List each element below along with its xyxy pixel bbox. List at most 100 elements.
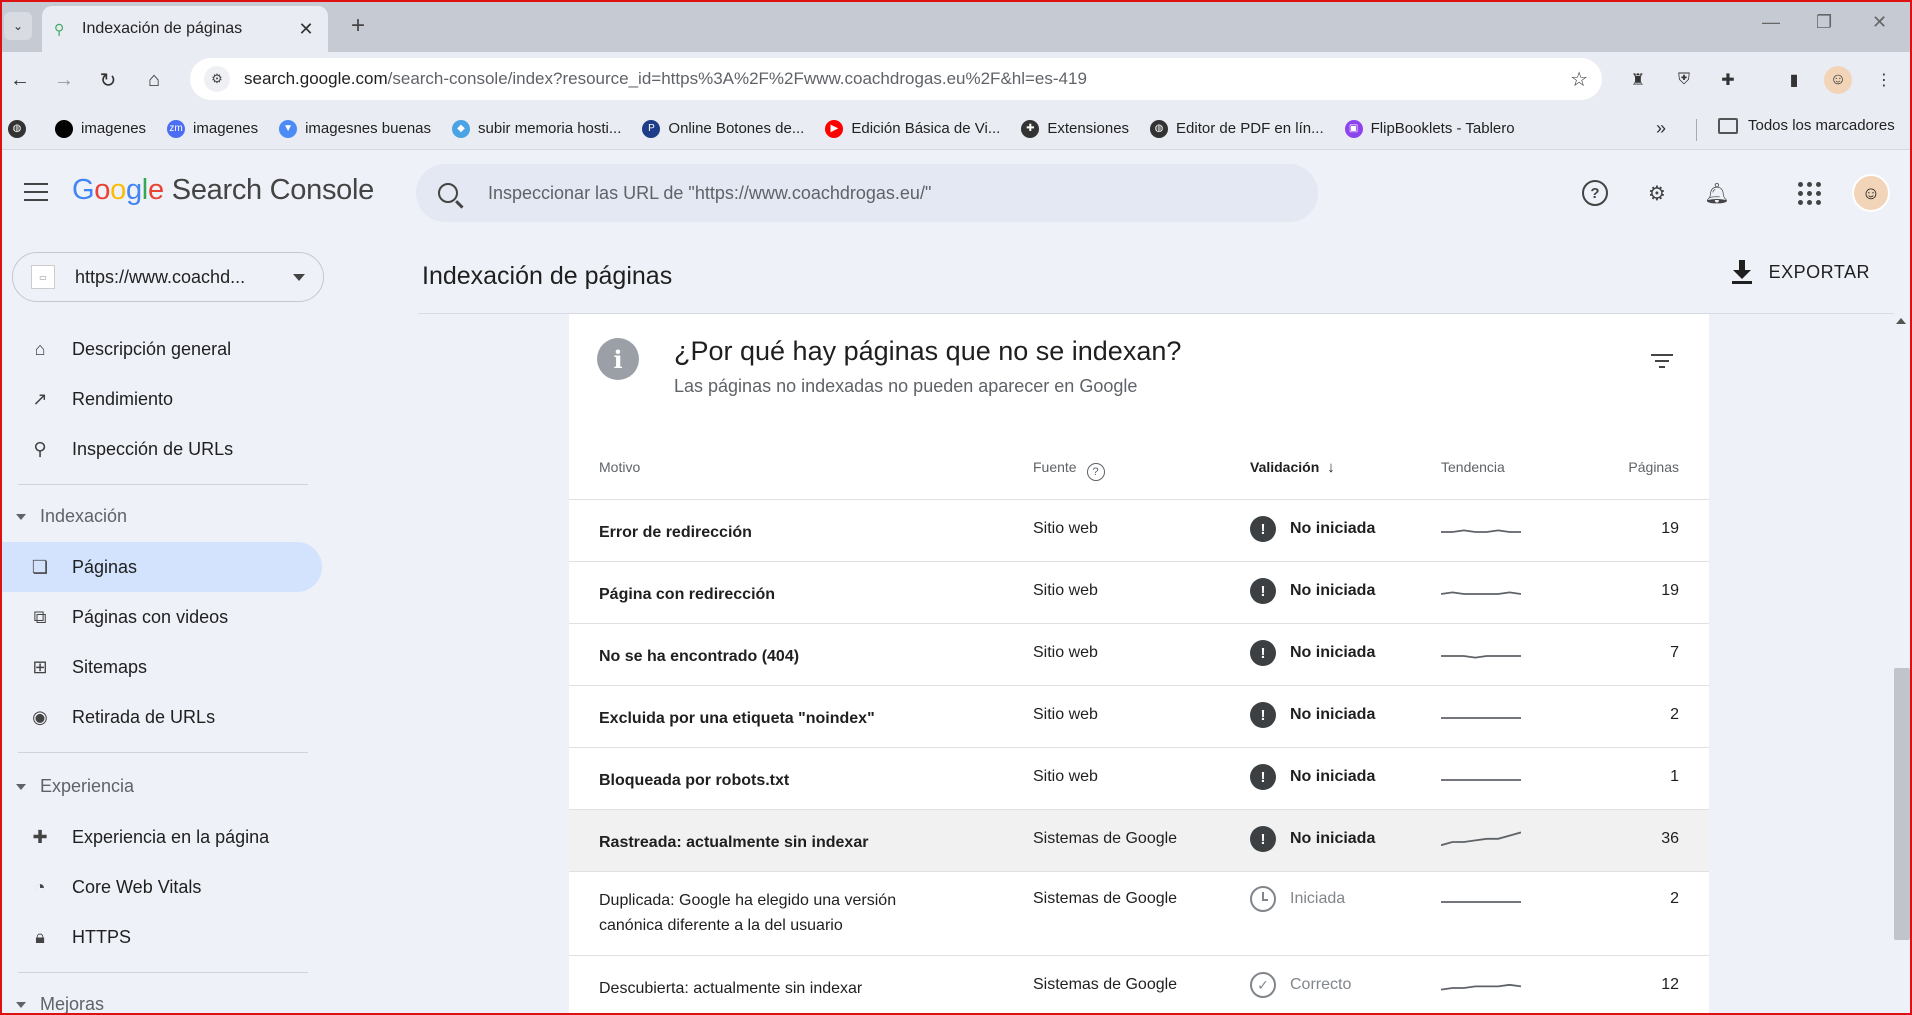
notifications-bell-icon[interactable]: 🔔︎ bbox=[1702, 178, 1732, 208]
section-indexacion[interactable]: Indexación bbox=[16, 506, 127, 527]
bookmark-item[interactable]: P Online Botones de... bbox=[642, 119, 804, 138]
browser-toolbar: ← → ↻ ⌂ ⚙ search.google.com/search-conso… bbox=[0, 52, 1912, 108]
extensions-puzzle-icon[interactable]: ✚ bbox=[1714, 66, 1742, 94]
trend-sparkline bbox=[1441, 779, 1521, 781]
row-motivo: No se ha encontrado (404) bbox=[599, 648, 800, 665]
section-experiencia[interactable]: Experiencia bbox=[16, 776, 134, 797]
warning-icon: ! bbox=[1250, 764, 1276, 790]
bookmark-icon: zm bbox=[167, 119, 186, 138]
close-tab-icon[interactable]: ✕ bbox=[296, 19, 316, 40]
nav-retirada-urls[interactable]: ◉ Retirada de URLs bbox=[0, 692, 322, 742]
all-bookmarks-label: Todos los marcadores bbox=[1748, 117, 1895, 134]
extension-icon[interactable]: ♜ bbox=[1624, 66, 1652, 94]
table-row[interactable]: Excluida por una etiqueta "noindex" Sitio… bbox=[569, 686, 1709, 748]
bookmark-item[interactable]: ▣ FlipBooklets - Tablero bbox=[1344, 119, 1515, 138]
restore-icon[interactable]: ❐ bbox=[1816, 12, 1832, 33]
section-label: Mejoras bbox=[40, 994, 105, 1014]
col-tendencia[interactable]: Tendencia bbox=[1441, 459, 1505, 475]
row-motivo: Descubierta: actualmente sin indexar bbox=[599, 980, 863, 997]
bookmark-globe[interactable]: ◍ bbox=[8, 119, 34, 138]
browser-menu-icon[interactable]: ⋮ bbox=[1870, 66, 1898, 94]
main-menu-icon[interactable] bbox=[24, 183, 48, 201]
account-avatar[interactable]: ☺ bbox=[1852, 174, 1890, 212]
bookmark-item[interactable]: ◆ subir memoria hosti... bbox=[452, 119, 621, 138]
property-selector[interactable]: ▭ https://www.coachd... bbox=[12, 252, 324, 302]
table-row[interactable]: Descubierta: actualmente sin indexar Sist… bbox=[569, 956, 1709, 1015]
row-motivo: Error de redirección bbox=[599, 524, 752, 541]
users-settings-icon[interactable]: ⚙ bbox=[1642, 178, 1672, 208]
minimize-icon[interactable]: — bbox=[1762, 12, 1780, 33]
table-row[interactable]: Duplicada: Google ha elegido una versión… bbox=[569, 872, 1709, 956]
nav-paginas-con-videos[interactable]: ⧉ Páginas con videos bbox=[0, 592, 322, 642]
col-fuente[interactable]: Fuente? bbox=[1033, 459, 1105, 481]
help-icon[interactable]: ? bbox=[1582, 180, 1608, 206]
new-tab-button[interactable]: + bbox=[344, 12, 372, 40]
table-row[interactable]: Página con redirección Sitio web! No inici… bbox=[569, 562, 1709, 624]
bookmark-item[interactable]: ▼ imagesnes buenas bbox=[279, 119, 431, 138]
col-motivo[interactable]: Motivo bbox=[599, 459, 640, 475]
nav-descripcion-general[interactable]: ⌂ Descripción general bbox=[0, 324, 322, 374]
side-panel-icon[interactable]: ▮ bbox=[1780, 66, 1808, 94]
bookmark-item[interactable]: ✚ Extensiones bbox=[1021, 119, 1129, 138]
row-motivo: Bloqueada por robots.txt bbox=[599, 772, 790, 789]
reload-icon[interactable]: ↻ bbox=[92, 64, 124, 96]
export-button[interactable]: EXPORTAR bbox=[1731, 260, 1870, 284]
nav-sitemaps[interactable]: ⊞ Sitemaps bbox=[0, 642, 322, 692]
bookmark-icon: P bbox=[642, 119, 661, 138]
help-icon[interactable]: ? bbox=[1086, 463, 1105, 481]
nav-experiencia-pagina[interactable]: ✚ Experiencia en la página bbox=[0, 812, 322, 862]
google-apps-icon[interactable] bbox=[1798, 182, 1821, 205]
back-icon[interactable]: ← bbox=[4, 64, 36, 96]
bookmark-icon: ▼ bbox=[279, 119, 298, 138]
download-icon bbox=[1731, 260, 1753, 284]
bookmark-star-icon[interactable]: ☆ bbox=[1570, 67, 1588, 92]
bookmarks-bar: ◍ imagenes zm imagenes ▼ imagesnes buenas … bbox=[0, 108, 1912, 150]
filter-icon[interactable] bbox=[1651, 354, 1673, 370]
export-label: EXPORTAR bbox=[1768, 261, 1870, 282]
forward-icon[interactable]: → bbox=[48, 64, 80, 96]
table-row[interactable]: Rastreada: actualmente sin indexar Sistem… bbox=[569, 810, 1709, 872]
shield-extension-icon[interactable]: ⛨ bbox=[1670, 66, 1698, 94]
section-label: Indexación bbox=[40, 506, 128, 526]
search-icon: ⚲ bbox=[33, 438, 47, 459]
url-inspection-search[interactable] bbox=[416, 164, 1318, 222]
table-row[interactable]: No se ha encontrado (404) Sitio web! No in… bbox=[569, 624, 1709, 686]
property-name: https://www.coachd... bbox=[75, 266, 246, 287]
nav-paginas[interactable]: ❏ Páginas bbox=[0, 542, 322, 592]
row-fuente: Sitio web bbox=[1033, 520, 1098, 537]
nav-core-web-vitals[interactable]: ◔ Core Web Vitals bbox=[0, 862, 322, 912]
gauge-icon: ◔ bbox=[34, 876, 46, 897]
more-bookmarks-icon[interactable]: » bbox=[1656, 118, 1666, 139]
table-row[interactable]: Error de redirección Sitio web! No iniciad… bbox=[569, 500, 1709, 562]
url-inspection-input[interactable] bbox=[488, 182, 1268, 204]
row-validacion: ! No iniciada bbox=[1250, 578, 1375, 604]
home-icon[interactable]: ⌂ bbox=[138, 64, 170, 96]
scrollbar-thumb[interactable] bbox=[1894, 668, 1910, 940]
bookmark-item[interactable]: ◍ Editor de PDF en lín... bbox=[1150, 119, 1324, 138]
search-console-favicon-icon: ⚲ bbox=[54, 21, 65, 37]
nav-rendimiento[interactable]: ↗ Rendimiento bbox=[0, 374, 322, 424]
bookmark-item[interactable]: ▶ Edición Básica de Vi... bbox=[825, 119, 1000, 138]
nav-label: HTTPS bbox=[72, 926, 132, 947]
browser-tab[interactable]: ⚲ Indexación de páginas ✕ bbox=[42, 6, 328, 52]
nav-https[interactable]: 🔒︎ HTTPS bbox=[0, 912, 322, 962]
search-console-logo[interactable]: Google Search Console bbox=[72, 174, 374, 207]
all-bookmarks-button[interactable]: Todos los marcadores bbox=[1718, 117, 1895, 134]
row-validacion: ! No iniciada bbox=[1250, 764, 1375, 790]
address-bar[interactable]: ⚙ search.google.com/search-console/index… bbox=[190, 58, 1602, 100]
section-mejoras[interactable]: Mejoras bbox=[16, 994, 104, 1015]
site-info-icon[interactable]: ⚙ bbox=[204, 66, 230, 92]
nav-inspeccion-urls[interactable]: ⚲ Inspección de URLs bbox=[0, 424, 322, 474]
url-text[interactable]: search.google.com/search-console/index?r… bbox=[244, 69, 1570, 89]
nav-label: Páginas bbox=[72, 556, 138, 577]
profile-avatar-icon[interactable]: ☺ bbox=[1824, 66, 1852, 94]
bookmark-item[interactable]: imagenes bbox=[55, 119, 146, 138]
table-row[interactable]: Bloqueada por robots.txt Sitio web! No ini… bbox=[569, 748, 1709, 810]
scroll-up-arrow-icon[interactable] bbox=[1896, 318, 1906, 324]
col-validacion[interactable]: Validación ↓ bbox=[1250, 459, 1335, 476]
bookmark-item[interactable]: zm imagenes bbox=[167, 119, 258, 138]
tab-search-dropdown[interactable]: ⌄ bbox=[4, 12, 32, 40]
bookmark-icon bbox=[55, 119, 73, 138]
col-paginas[interactable]: Páginas bbox=[1628, 459, 1679, 475]
close-window-icon[interactable]: ✕ bbox=[1872, 12, 1887, 33]
